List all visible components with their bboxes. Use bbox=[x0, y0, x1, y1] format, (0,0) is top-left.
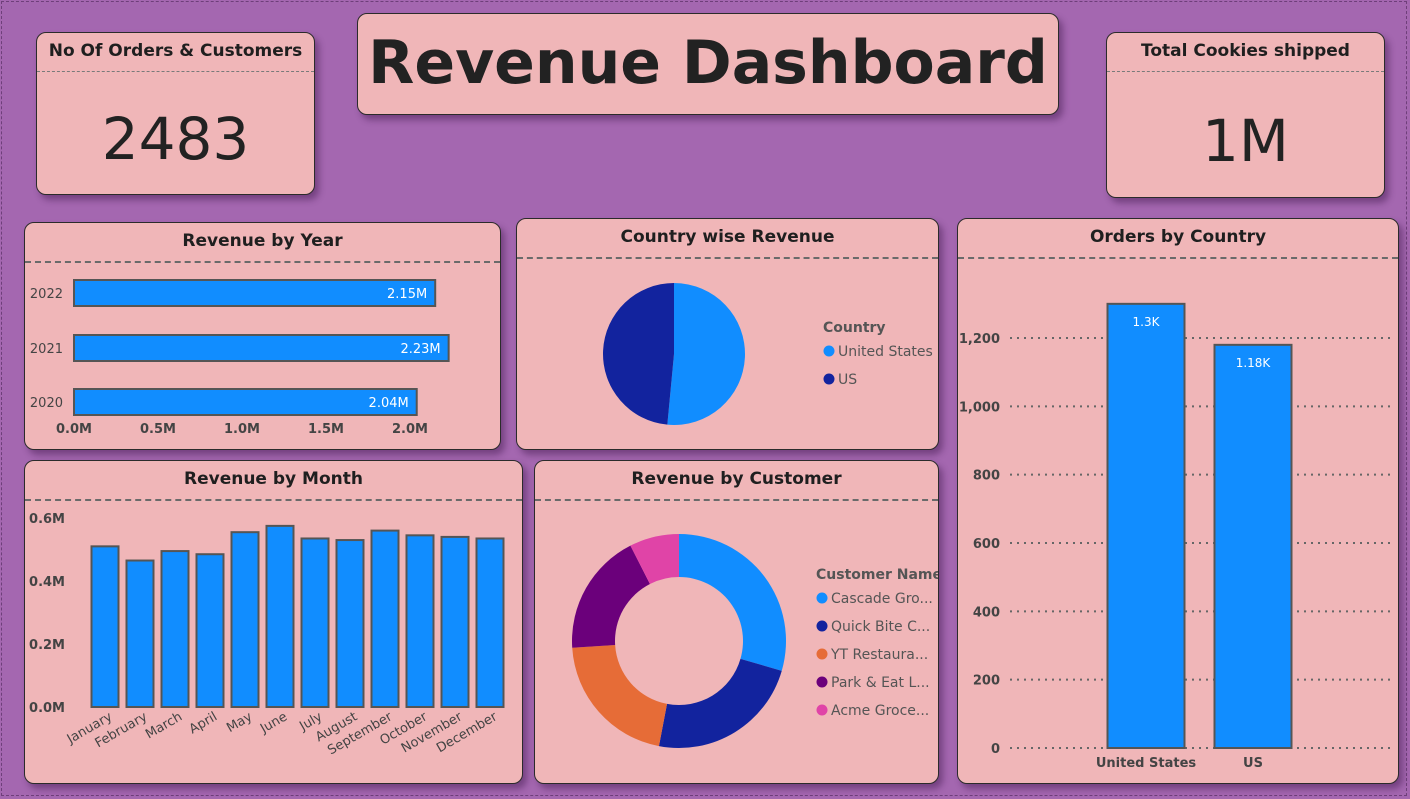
legend-label: Cascade Gro... bbox=[831, 591, 933, 607]
y-tick-label: 2020 bbox=[30, 396, 63, 411]
x-tick-label: US bbox=[1243, 756, 1263, 771]
y-tick-label: 2022 bbox=[30, 287, 63, 302]
legend-label: US bbox=[838, 372, 857, 388]
orders-by-country-chart: 0 200 400 600 800 1,000 1,200 1.3K United States… bbox=[959, 302, 1393, 771]
x-tick-label: 2.0M bbox=[392, 422, 428, 437]
x-tick-label: 0.5M bbox=[140, 422, 176, 437]
y-tick-label: 0 bbox=[991, 742, 1000, 757]
title-card: Revenue Dashboard bbox=[357, 13, 1059, 115]
dashboard-canvas: { "title": "Revenue Dashboard", "kpis": … bbox=[0, 0, 1410, 799]
bar bbox=[230, 531, 260, 708]
legend-marker bbox=[816, 704, 828, 716]
bar bbox=[90, 545, 120, 708]
bar bbox=[73, 334, 450, 362]
x-tick-label: 1.5M bbox=[308, 422, 344, 437]
revenue-by-year-card[interactable]: Revenue by Year 2022 2.15M 2021 2.23M 2020 2.… bbox=[24, 222, 501, 450]
x-tick-label: 0.0M bbox=[56, 422, 92, 437]
bar bbox=[73, 388, 418, 416]
data-label: 1.18K bbox=[1236, 356, 1272, 370]
bar bbox=[265, 524, 295, 708]
y-tick-label: 1,200 bbox=[959, 332, 1000, 347]
legend-label: United States bbox=[838, 344, 933, 360]
bar bbox=[195, 553, 225, 708]
revenue-by-month-card[interactable]: Revenue by Month 0.0M 0.2M 0.4M 0.6M January… bbox=[24, 460, 523, 784]
y-tick-label: 200 bbox=[973, 674, 1000, 689]
y-tick-label: 0.0M bbox=[29, 701, 65, 716]
x-tick-label: March bbox=[143, 709, 185, 742]
revenue-by-month-chart: 0.0M0.2M0.4M0.6MJanuaryFebruaryMarch Apri… bbox=[29, 512, 505, 758]
data-label: 2.23M bbox=[400, 342, 440, 357]
y-tick-label: 0.4M bbox=[29, 575, 65, 590]
data-label: 2.15M bbox=[387, 287, 427, 302]
legend-marker bbox=[816, 620, 828, 632]
orders-customers-label: No Of Orders & Customers bbox=[48, 41, 303, 61]
bar bbox=[475, 537, 505, 708]
data-label: 1.3K bbox=[1133, 315, 1161, 329]
cookies-shipped-label: Total Cookies shipped bbox=[1141, 41, 1350, 61]
legend-label: Quick Bite C... bbox=[831, 619, 930, 635]
y-tick-label: 400 bbox=[973, 605, 1000, 620]
country-revenue-card[interactable]: Country wise Revenue Country United State… bbox=[516, 218, 939, 450]
x-tick-label: United States bbox=[1096, 756, 1197, 771]
legend-marker bbox=[823, 373, 835, 385]
bar bbox=[370, 529, 400, 708]
y-tick-label: 600 bbox=[973, 537, 1000, 552]
pie-slice bbox=[658, 658, 782, 748]
card-divider bbox=[1107, 71, 1384, 72]
legend-label: Acme Groce... bbox=[831, 703, 929, 719]
legend-marker bbox=[816, 592, 828, 604]
data-label: 2.04M bbox=[369, 396, 409, 411]
pie-slice bbox=[602, 283, 674, 425]
bar bbox=[73, 279, 437, 307]
bar bbox=[125, 559, 155, 709]
legend-title: Customer Name bbox=[816, 567, 939, 583]
revenue-by-customer-card[interactable]: Revenue by Customer Customer Name Cascade… bbox=[534, 460, 939, 784]
y-tick-label: 2021 bbox=[30, 342, 63, 357]
orders-customers-value: 2483 bbox=[101, 105, 250, 173]
cookies-shipped-value: 1M bbox=[1202, 107, 1289, 175]
bar bbox=[1106, 302, 1186, 749]
x-tick-label: June bbox=[257, 709, 290, 737]
bar bbox=[300, 537, 330, 708]
bar bbox=[1213, 343, 1293, 749]
legend-label: Park & Eat L... bbox=[831, 675, 930, 691]
pie-slice bbox=[572, 645, 668, 747]
country-revenue-chart: Country United States US bbox=[602, 283, 933, 425]
y-tick-label: 1,000 bbox=[959, 400, 1000, 415]
legend-marker bbox=[816, 676, 828, 688]
bar bbox=[405, 534, 435, 708]
legend-marker bbox=[823, 345, 835, 357]
legend-title: Country bbox=[823, 320, 886, 336]
pie-slice bbox=[679, 534, 786, 671]
legend-label: YT Restaura... bbox=[830, 647, 928, 663]
revenue-by-customer-chart: Customer Name Cascade Gro... Quick Bite C.… bbox=[572, 534, 939, 748]
x-tick-label: April bbox=[187, 709, 220, 737]
y-tick-label: 0.6M bbox=[29, 512, 65, 527]
revenue-by-year-chart: 2022 2.15M 2021 2.23M 2020 2.04M 0.0M 0.5M 1.0M 1… bbox=[30, 279, 450, 437]
orders-customers-card[interactable]: No Of Orders & Customers 2483 bbox=[36, 32, 315, 195]
y-tick-label: 0.2M bbox=[29, 638, 65, 653]
orders-by-country-card[interactable]: Orders by Country 0 200 400 600 800 1,000 1,20… bbox=[957, 218, 1399, 784]
x-tick-label: May bbox=[224, 709, 255, 736]
x-tick-label: 1.0M bbox=[224, 422, 260, 437]
bar bbox=[335, 539, 365, 708]
pie-slice bbox=[667, 283, 745, 425]
legend-marker bbox=[816, 648, 828, 660]
y-tick-label: 800 bbox=[973, 469, 1000, 484]
bar bbox=[440, 535, 470, 709]
page-title: Revenue Dashboard bbox=[368, 28, 1048, 98]
card-divider bbox=[37, 71, 314, 72]
bar bbox=[160, 550, 190, 708]
cookies-shipped-card[interactable]: Total Cookies shipped 1M bbox=[1106, 32, 1385, 198]
